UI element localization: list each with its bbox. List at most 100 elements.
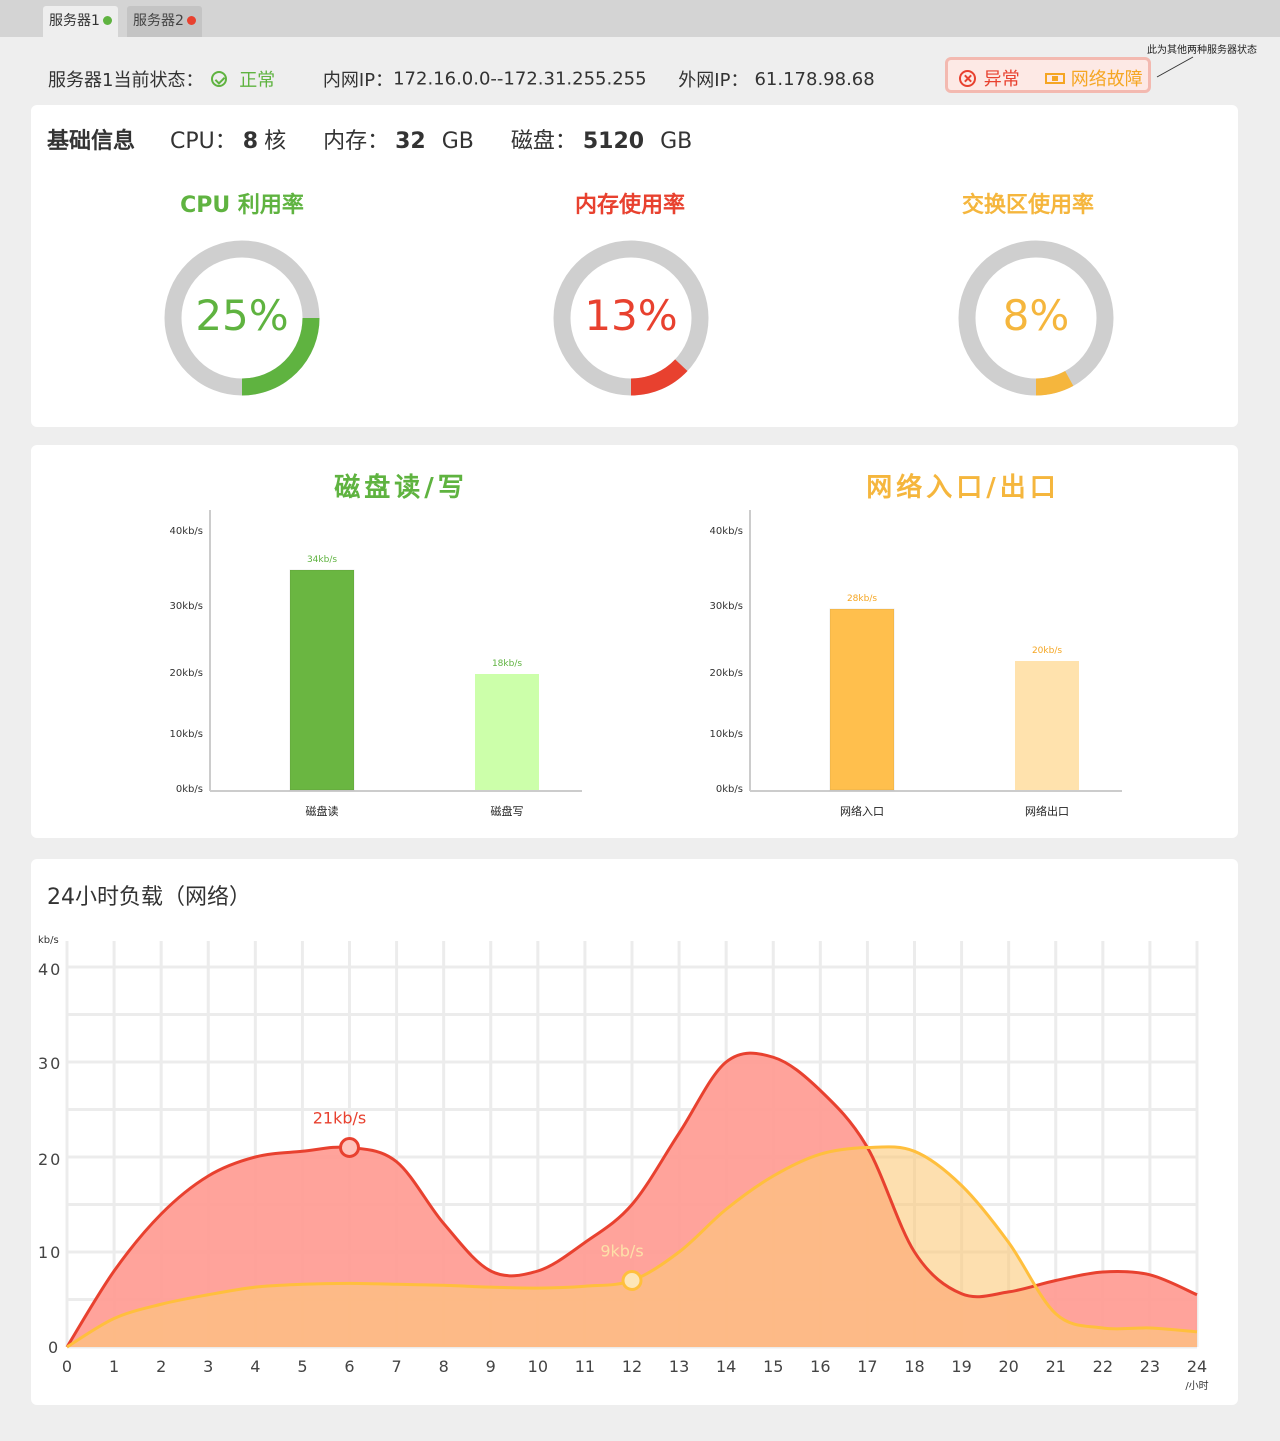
basic-info-title: 基础信息 (47, 129, 136, 154)
basic-info-row: 基础信息 CPU： 8 核 内存： 32 GB 磁盘： 5120 GB (47, 123, 722, 155)
network-chart-title: 网络入口/出口 (866, 473, 1060, 503)
check-circle-icon (211, 71, 228, 87)
memory-label: 内存： (323, 129, 390, 154)
highlight-label: 21kb/s (313, 1109, 367, 1128)
y-tick-label: 0 (48, 1338, 60, 1357)
abnormal-label: 异常 (983, 69, 1020, 90)
load-card: 24小时负载（网络） kb/s 0 10 20 30 40 0 1 2 3 4 5 6 7 8 9 10 11 12… (31, 859, 1238, 1405)
basic-info-card: 基础信息 CPU： 8 核 内存： 32 GB 磁盘： 5120 GB CPU 利用率 25… (31, 105, 1238, 427)
bar (1015, 661, 1079, 790)
bar (829, 608, 895, 791)
x-category-label: 网络入口 (840, 804, 884, 818)
tab-server-1[interactable]: 服务器1 (43, 6, 118, 37)
x-tick-label: 3 (203, 1357, 213, 1376)
cpu-label: CPU： (170, 129, 237, 154)
x-category-label: 磁盘读 (306, 804, 339, 818)
y-tick-label: 0kb/s (716, 784, 743, 795)
x-tick-label: 15 (763, 1357, 783, 1376)
x-tick-label: 8 (439, 1357, 449, 1376)
error-circle-icon (959, 70, 976, 87)
disk-unit: GB (660, 129, 693, 154)
tab-bar: 服务器1 服务器2 (0, 0, 1280, 37)
x-tick-label: 19 (951, 1357, 971, 1376)
y-axis-unit: kb/s (38, 935, 59, 946)
memory-value: 32 (395, 129, 426, 154)
bar (475, 674, 539, 790)
y-tick-label: 40kb/s (170, 526, 203, 537)
y-tick-label: 30 (38, 1054, 62, 1073)
cpu-info: CPU： 8 核 (170, 129, 286, 154)
memory-unit: GB (441, 129, 474, 154)
intranet-value: 172.16.0.0--172.31.255.255 (393, 68, 647, 90)
y-tick-label: 40kb/s (710, 526, 743, 537)
x-tick-label: 10 (528, 1357, 548, 1376)
y-tick-label: 40 (38, 960, 62, 979)
x-tick-label: 9 (486, 1357, 496, 1376)
x-tick-label: 0 (62, 1357, 72, 1376)
annotation-leader-line (1156, 56, 1194, 78)
x-tick-label: 13 (669, 1357, 689, 1376)
cpu-gauge-title: CPU 利用率 (180, 193, 304, 218)
x-tick-label: 14 (716, 1357, 736, 1376)
x-tick-label: 2 (156, 1357, 166, 1376)
status-dot-icon (186, 16, 196, 25)
bar-value-label: 20kb/s (1032, 646, 1062, 656)
y-tick-label: 10kb/s (710, 729, 743, 740)
memory-gauge-title: 内存使用率 (574, 193, 685, 218)
x-tick-label: 24 (1187, 1357, 1207, 1376)
x-tick-label: 5 (297, 1357, 307, 1376)
bar (289, 569, 355, 791)
cpu-usage-value: 25% (195, 291, 289, 340)
x-tick-label: 17 (857, 1357, 877, 1376)
tab-label: 服务器2 (133, 13, 184, 29)
other-status-legend: 异常 网络故障 (945, 57, 1151, 93)
network-cable-icon (1045, 73, 1065, 84)
cpu-unit: 核 (264, 129, 287, 154)
tab-label: 服务器1 (49, 13, 100, 29)
bar-value-label: 18kb/s (492, 659, 522, 669)
x-tick-label: 1 (109, 1357, 119, 1376)
y-tick-label: 0kb/s (176, 784, 203, 795)
x-tick-label: 21 (1046, 1357, 1066, 1376)
memory-usage-value: 13% (584, 291, 678, 340)
tab-server-2[interactable]: 服务器2 (127, 6, 202, 37)
cpu-value: 8 (242, 129, 259, 154)
status-prefix: 服务器1当前状态： (48, 70, 204, 91)
highlight-point (621, 1270, 643, 1291)
y-tick-label: 10kb/s (170, 729, 203, 740)
io-card: 磁盘读/写 0kb/s 10kb/s 20kb/s 30kb/s 40kb/s 34kb/… (31, 445, 1238, 838)
x-tick-label: 22 (1093, 1357, 1113, 1376)
memory-info: 内存： 32 GB (323, 129, 474, 154)
x-axis-unit: /小时 (1185, 1380, 1208, 1392)
x-tick-label: 16 (810, 1357, 830, 1376)
bar-value-label: 34kb/s (307, 555, 337, 565)
y-tick-label: 20kb/s (170, 668, 203, 679)
extranet-value: 61.178.98.68 (754, 68, 875, 90)
network-fault-legend: 网络故障 (1045, 65, 1143, 91)
x-tick-label: 18 (904, 1357, 924, 1376)
network-fault-label: 网络故障 (1070, 69, 1143, 90)
disk-info: 磁盘： 5120 GB (511, 129, 692, 154)
x-tick-label: 4 (250, 1357, 260, 1376)
server-status-line: 服务器1当前状态： 正常 内网IP：172.16.0.0--172.31.255… (48, 66, 875, 92)
x-tick-label: 23 (1140, 1357, 1160, 1376)
x-tick-label: 20 (998, 1357, 1018, 1376)
swap-gauge-title: 交换区使用率 (961, 193, 1094, 218)
highlight-label: 9kb/s (600, 1242, 643, 1261)
status-state: 正常 (239, 70, 276, 91)
extranet-label: 外网IP： (678, 70, 749, 91)
x-category-label: 网络出口 (1025, 804, 1069, 818)
disk-label: 磁盘： (510, 129, 577, 154)
x-tick-label: 6 (344, 1357, 354, 1376)
x-category-label: 磁盘写 (491, 804, 524, 818)
disk-value: 5120 (582, 129, 645, 154)
network-io-chart: 0kb/s 10kb/s 20kb/s 30kb/s 40kb/s 28kb/s 网络入口 2… (710, 510, 1122, 818)
y-tick-label: 30kb/s (710, 601, 743, 612)
disk-io-chart: 0kb/s 10kb/s 20kb/s 30kb/s 40kb/s 34kb/s 磁盘读 18… (170, 510, 582, 818)
x-tick-label: 7 (391, 1357, 401, 1376)
y-tick-label: 10 (38, 1243, 62, 1262)
bar-value-label: 28kb/s (847, 594, 877, 604)
swap-usage-value: 8% (1002, 291, 1070, 340)
load-24h-chart: kb/s0102030400 1 2 3 4 5 6 7 8 9 10 11 12 13 14 15 16 17 1… (38, 935, 1209, 1392)
y-tick-label: 20 (38, 1150, 62, 1169)
